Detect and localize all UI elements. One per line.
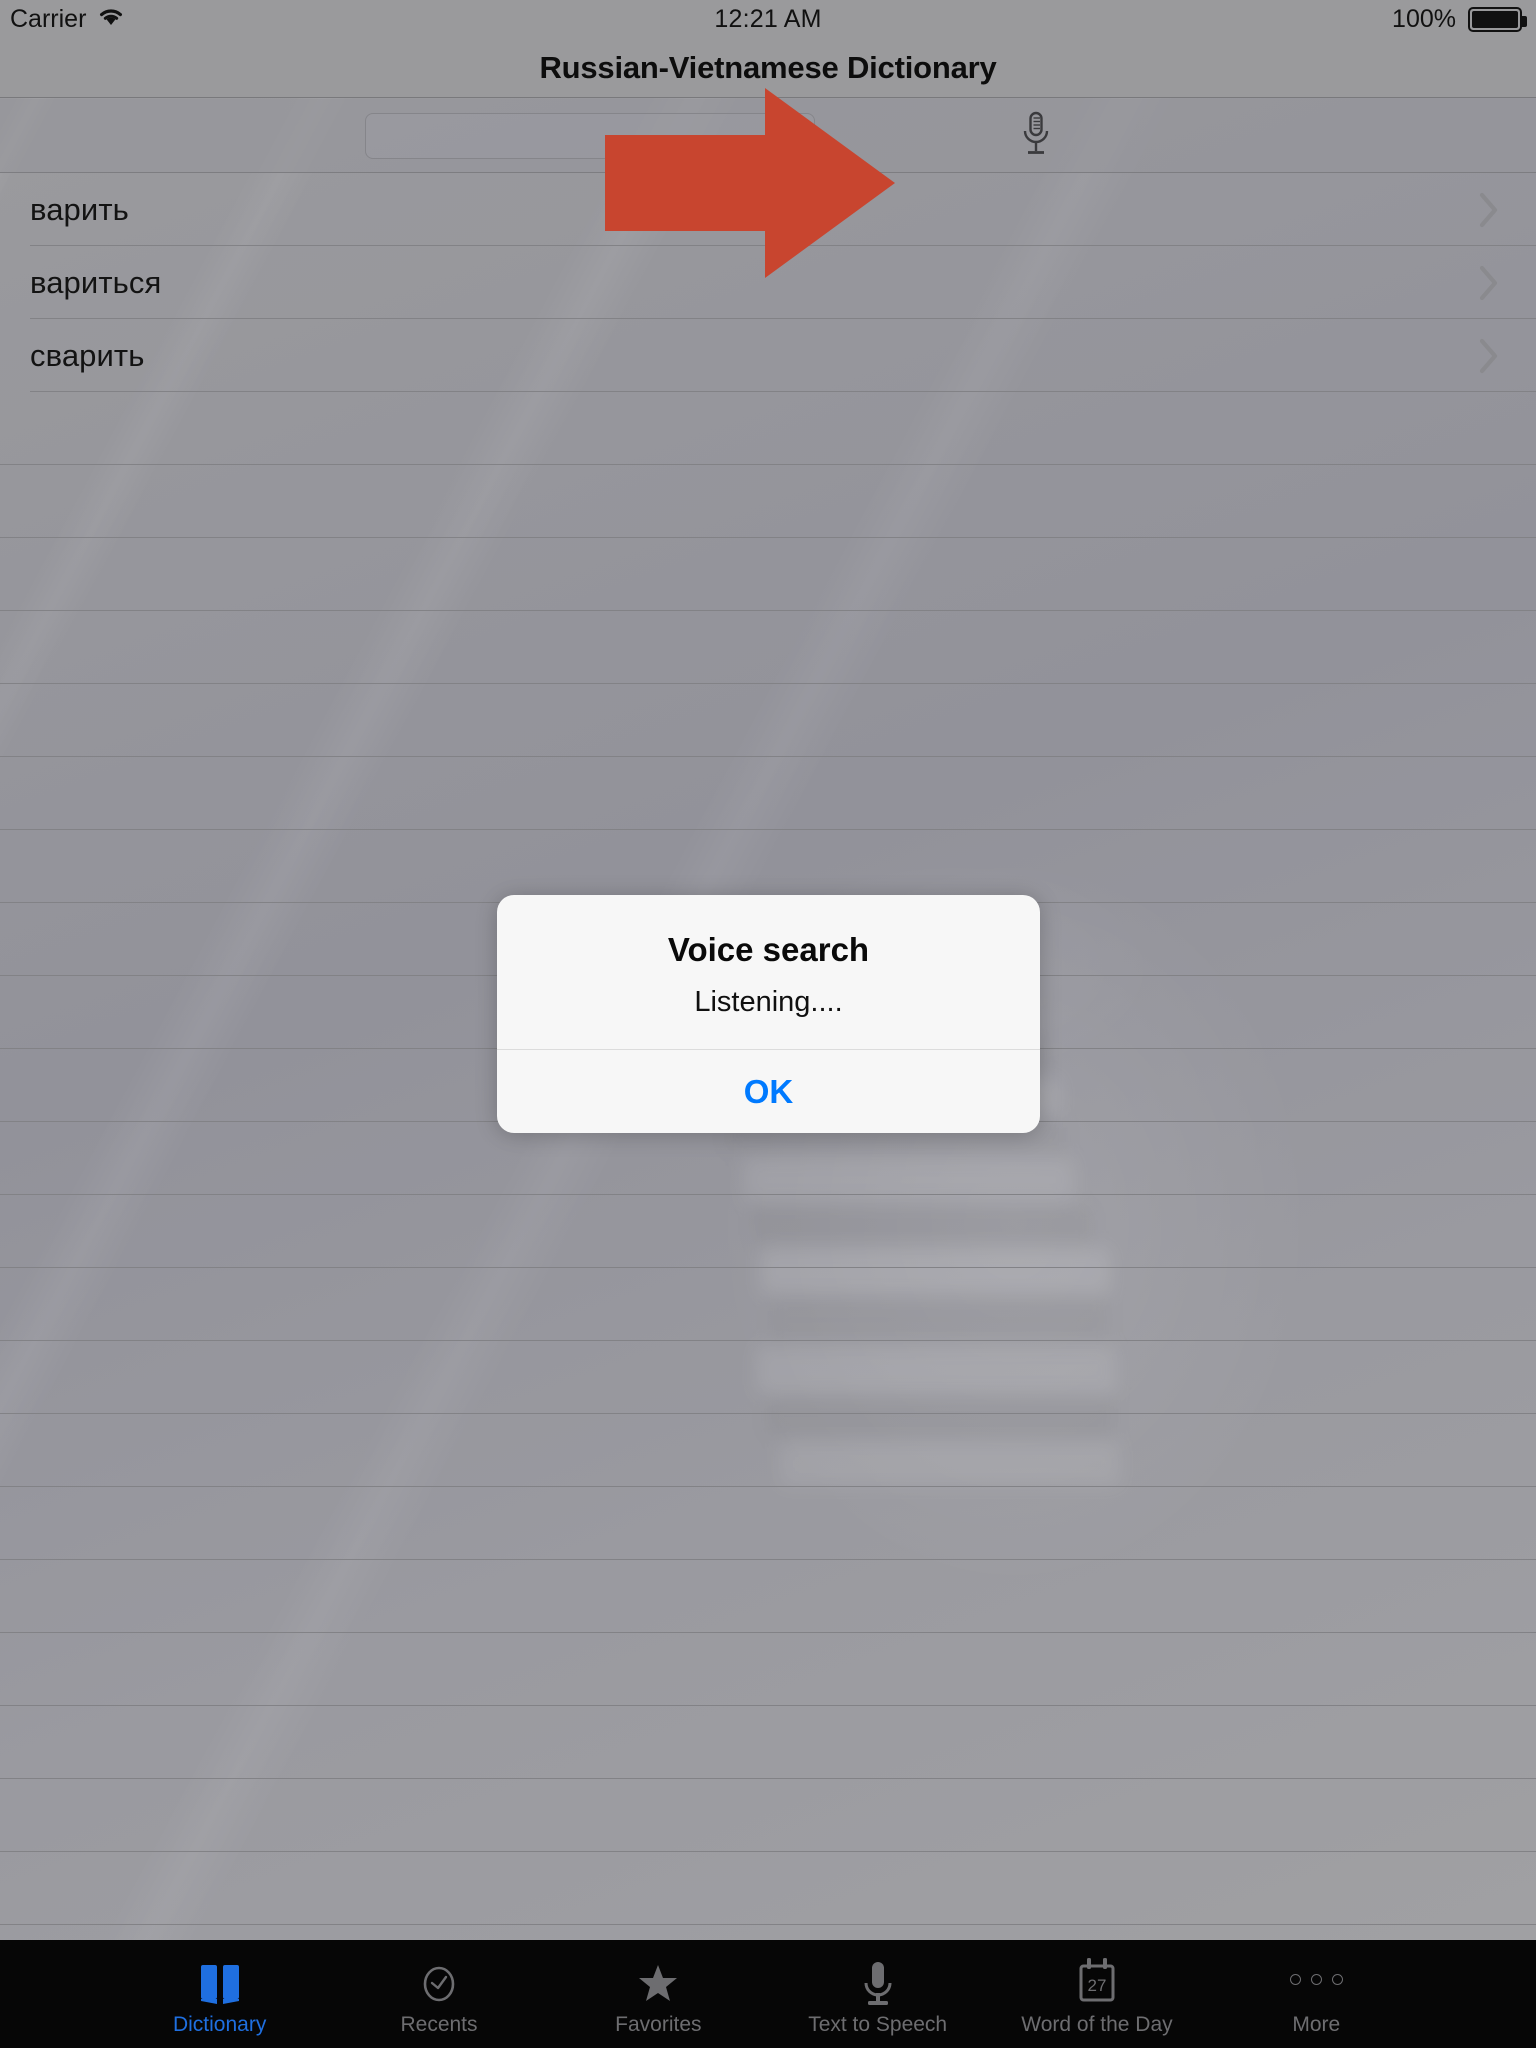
alert-body: Voice search Listening.... xyxy=(497,895,1040,1049)
tab-more[interactable]: More xyxy=(1207,1940,1426,2048)
clock-icon xyxy=(415,1951,463,2007)
svg-text:27: 27 xyxy=(1088,1976,1107,1995)
app-screen: Carrier 12:21 AM 100% Russian-Vietnamese… xyxy=(0,0,1536,2048)
voice-search-alert: Voice search Listening.... OK xyxy=(497,895,1040,1133)
tab-favorites[interactable]: Favorites xyxy=(549,1940,768,2048)
tab-label: Text to Speech xyxy=(808,2013,948,2036)
tab-bar[interactable]: Dictionary Recents Favorites Text to Spe… xyxy=(0,1940,1536,2048)
tab-label: Word of the Day xyxy=(1021,2013,1173,2036)
star-icon xyxy=(634,1951,682,2007)
alert-message: Listening.... xyxy=(694,986,843,1018)
tab-word-of-the-day[interactable]: 27 Word of the Day xyxy=(987,1940,1206,2048)
tab-label: Dictionary xyxy=(172,2013,267,2036)
alert-actions: OK xyxy=(497,1049,1040,1133)
tab-label: Recents xyxy=(400,2013,478,2036)
tab-recents[interactable]: Recents xyxy=(329,1940,548,2048)
tab-label: More xyxy=(1292,2013,1341,2036)
alert-title: Voice search xyxy=(667,931,870,968)
tab-dictionary[interactable]: Dictionary xyxy=(110,1940,329,2048)
calendar-icon: 27 xyxy=(1071,1951,1123,2007)
tab-label: Favorites xyxy=(615,2013,702,2036)
book-icon xyxy=(196,1951,244,2007)
tab-text-to-speech[interactable]: Text to Speech xyxy=(768,1940,987,2048)
ellipsis-icon xyxy=(1289,1951,1343,2007)
microphone-icon xyxy=(856,1951,900,2007)
alert-ok-button[interactable]: OK xyxy=(497,1050,1040,1133)
